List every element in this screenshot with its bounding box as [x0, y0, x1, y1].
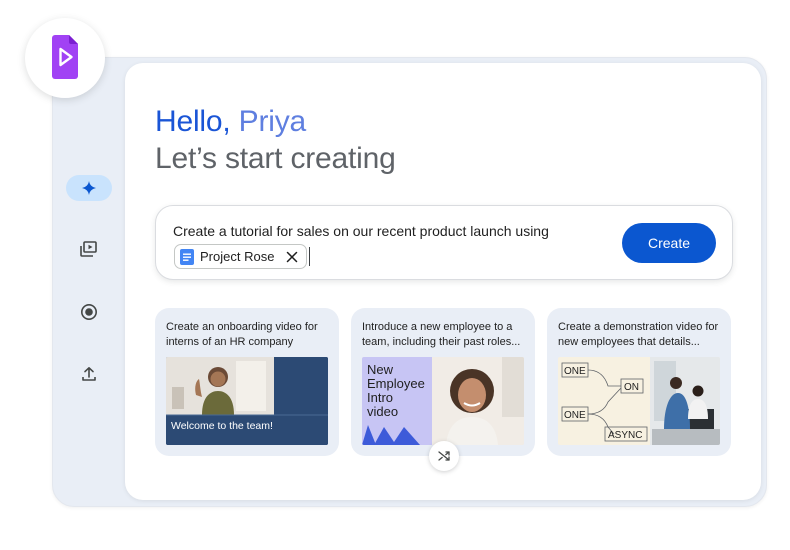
template-thumbnail: New Employee Intro video — [362, 357, 524, 445]
greeting-hello: Hello, — [155, 105, 231, 138]
text-caret — [309, 247, 310, 266]
record-icon — [81, 304, 97, 320]
greeting-name: Priya — [238, 105, 307, 138]
template-card-text: Create a demonstration video for new emp… — [558, 321, 719, 348]
attached-doc-chip[interactable]: Project Rose — [174, 244, 308, 269]
rail-item-library[interactable] — [66, 236, 112, 262]
chip-label: Project Rose — [200, 249, 275, 264]
template-card-text: Create an onboarding video for interns o… — [166, 321, 318, 348]
create-button[interactable]: Create — [622, 223, 716, 263]
thumb-caption: Welcome to the team! — [171, 420, 273, 432]
diagram-label: ONE — [564, 410, 586, 421]
sparkle-icon — [82, 181, 96, 195]
close-icon[interactable] — [286, 251, 298, 263]
diagram-label: ON — [624, 382, 639, 393]
rail-item-upload[interactable] — [66, 361, 112, 387]
template-card-intro[interactable]: Introduce a new employee to a team, incl… — [351, 308, 535, 456]
template-thumbnail: ONE ON ONE ASYNC — [558, 357, 720, 445]
app-badge — [25, 18, 105, 98]
greeting-subtitle: Let’s start creating — [155, 142, 396, 175]
google-docs-icon — [180, 248, 194, 265]
rail-item-create[interactable] — [66, 175, 112, 201]
rail-item-record[interactable] — [66, 299, 112, 325]
prompt-text[interactable]: Create a tutorial for sales on our recen… — [173, 223, 549, 239]
video-library-icon — [80, 241, 97, 257]
upload-icon — [82, 367, 96, 381]
template-thumbnail: Welcome to the team! — [166, 357, 328, 445]
diagram-label: ONE — [564, 366, 586, 377]
diagram-label: ASYNC — [608, 430, 642, 441]
greeting-title: Hello, Priya — [155, 104, 306, 140]
template-card-onboarding[interactable]: Create an onboarding video for interns o… — [155, 308, 339, 456]
template-card-demo[interactable]: Create a demonstration video for new emp… — [547, 308, 731, 456]
template-card-text: Introduce a new employee to a team, incl… — [362, 321, 521, 348]
prompt-input-box[interactable]: Create a tutorial for sales on our recen… — [155, 205, 733, 280]
vids-app-icon — [52, 35, 78, 79]
shuffle-icon — [438, 451, 450, 461]
shuffle-button[interactable] — [429, 441, 459, 471]
